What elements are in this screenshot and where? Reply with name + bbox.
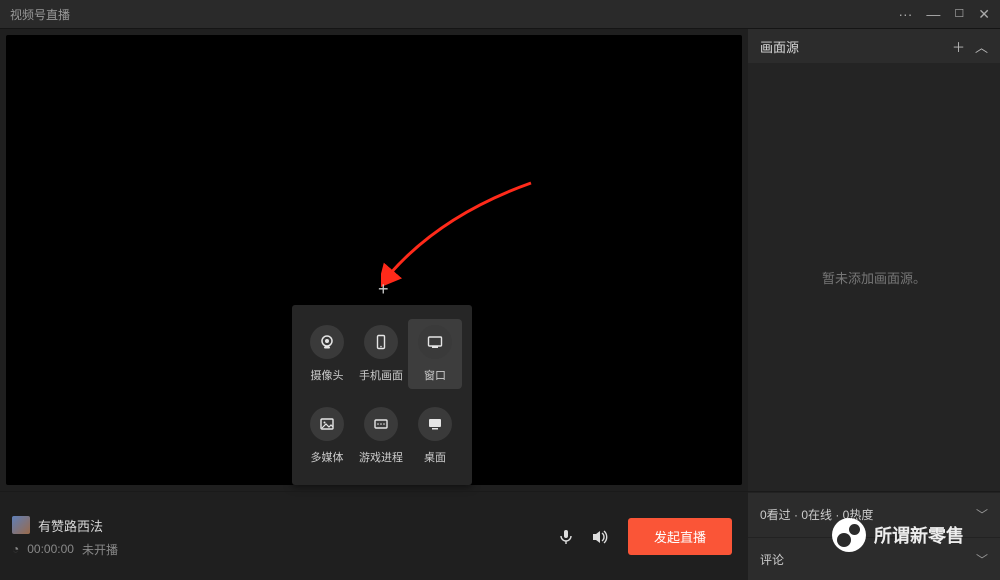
desktop-icon xyxy=(418,407,452,441)
sources-panel-body: 暂未添加画面源。 xyxy=(748,63,1000,491)
live-status: 未开播 xyxy=(82,541,118,558)
app-title: 视频号直播 xyxy=(10,6,898,23)
preview-stage: + 摄像头 手机画面 窗口 多媒体 xyxy=(6,35,742,485)
source-option-camera[interactable]: 摄像头 xyxy=(300,319,354,389)
start-live-button[interactable]: 发起直播 xyxy=(628,518,732,555)
chevron-down-icon: ﹀ xyxy=(976,506,988,523)
main-area: + 摄像头 手机画面 窗口 多媒体 xyxy=(0,29,1000,491)
close-icon[interactable]: ✕ xyxy=(978,7,990,21)
chevron-down-icon: ﹀ xyxy=(976,551,988,568)
more-icon[interactable]: ··· xyxy=(898,7,912,21)
sources-panel-title: 画面源 xyxy=(760,37,942,56)
source-option-label: 游戏进程 xyxy=(359,449,403,465)
bottom-right: 0看过 · 0在线 · 0热度 ﹀ 评论 ﹀ xyxy=(748,491,1000,580)
image-icon xyxy=(310,407,344,441)
clock-icon: ◔ xyxy=(12,542,19,556)
speaker-icon[interactable] xyxy=(592,529,610,545)
sources-empty-text: 暂未添加画面源。 xyxy=(822,268,926,287)
stats-row[interactable]: 0看过 · 0在线 · 0热度 ﹀ xyxy=(748,492,1000,537)
source-option-label: 摄像头 xyxy=(311,367,344,383)
arrow-annotation xyxy=(381,175,541,305)
window-controls: ··· — ☐ ✕ xyxy=(898,7,990,21)
add-source-icon[interactable]: ＋ xyxy=(952,37,965,56)
source-option-label: 桌面 xyxy=(424,449,446,465)
source-option-label: 窗口 xyxy=(424,367,446,383)
avatar xyxy=(12,516,30,534)
title-bar: 视频号直播 ··· — ☐ ✕ xyxy=(0,0,1000,29)
comments-label: 评论 xyxy=(760,551,784,568)
sources-sidebar: 画面源 ＋ ︿ 暂未添加画面源。 xyxy=(748,29,1000,491)
sources-panel-header: 画面源 ＋ ︿ xyxy=(748,29,1000,63)
microphone-icon[interactable] xyxy=(558,529,574,545)
source-option-label: 手机画面 xyxy=(359,367,403,383)
phone-icon xyxy=(364,325,398,359)
username: 有赞路西法 xyxy=(38,516,103,535)
source-option-game[interactable]: 游戏进程 xyxy=(354,401,408,471)
stage-wrapper: + 摄像头 手机画面 窗口 多媒体 xyxy=(0,29,748,491)
window-icon xyxy=(418,325,452,359)
bottom-left: 有赞路西法 ◔ 00:00:00 未开播 发起直播 xyxy=(0,491,748,580)
comments-row[interactable]: 评论 ﹀ xyxy=(748,537,1000,580)
bottom-controls: 发起直播 xyxy=(558,518,732,555)
collapse-icon[interactable]: ︿ xyxy=(975,37,988,56)
source-picker-popup: 摄像头 手机画面 窗口 多媒体 游戏进程 xyxy=(292,305,472,485)
source-option-desktop[interactable]: 桌面 xyxy=(408,401,462,471)
add-source-button[interactable]: + xyxy=(378,280,389,298)
source-option-label: 多媒体 xyxy=(311,449,344,465)
maximize-icon[interactable]: ☐ xyxy=(954,9,964,20)
minimize-icon[interactable]: — xyxy=(926,7,940,21)
stats-text: 0看过 · 0在线 · 0热度 xyxy=(760,506,873,523)
camera-icon xyxy=(310,325,344,359)
elapsed-time: 00:00:00 xyxy=(27,542,74,556)
game-icon xyxy=(364,407,398,441)
source-option-phone[interactable]: 手机画面 xyxy=(354,319,408,389)
source-option-media[interactable]: 多媒体 xyxy=(300,401,354,471)
bottom-bar: 有赞路西法 ◔ 00:00:00 未开播 发起直播 0看过 · 0在线 · 0热… xyxy=(0,491,1000,580)
source-option-window[interactable]: 窗口 xyxy=(408,319,462,389)
